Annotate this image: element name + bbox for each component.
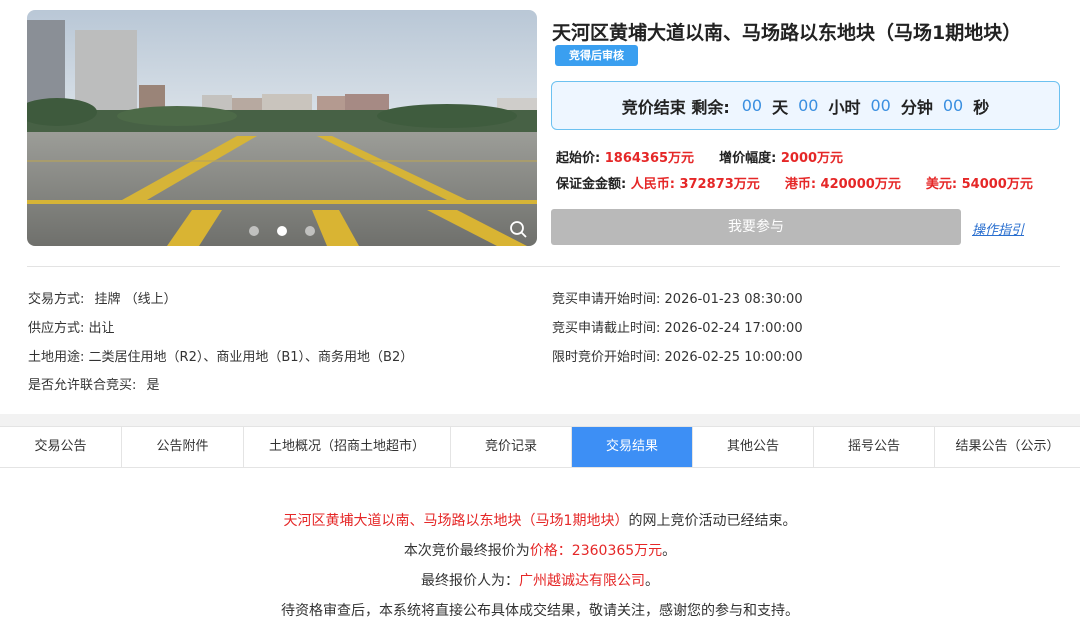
- countdown-minutes: 00: [870, 96, 891, 115]
- price-row-start: 起始价: 1864365万元 增价幅度: 2000万元: [556, 147, 843, 166]
- result-line-3: 最终报价人为：广州越诚达有限公司。: [0, 570, 1080, 590]
- carousel-dots: [27, 226, 537, 236]
- review-badge: 竞得后审核: [555, 45, 638, 66]
- detail-bid-start: 限时竞价开始时间: 2026-02-25 10:00:00: [552, 346, 803, 365]
- usd-value: 54000万元: [961, 177, 1033, 192]
- detail-joint-bid: 是否允许联合竞买: 是: [28, 374, 160, 393]
- tab-lottery-notice[interactable]: 摇号公告: [814, 427, 935, 467]
- detail-label: 交易方式:: [28, 292, 85, 307]
- result-final-price: 价格：2360365万元: [529, 543, 663, 559]
- tab-bar: 交易公告 公告附件 土地概况（招商土地超市） 竞价记录 交易结果 其他公告 摇号…: [0, 426, 1080, 468]
- result-end-text: 的网上竞价活动已经结束。: [628, 513, 797, 529]
- join-button[interactable]: 我要参与: [551, 209, 961, 245]
- detail-label: 供应方式:: [28, 321, 85, 336]
- detail-value: 二类居住用地（R2）、商业用地（B1）、商务用地（B2）: [88, 350, 414, 365]
- countdown-days-unit: 天: [772, 97, 789, 117]
- hkd-value: 420000万元: [820, 177, 901, 192]
- result-bidder-prefix: 最终报价人为：: [421, 573, 519, 589]
- detail-value: 2026-02-25 10:00:00: [664, 350, 803, 365]
- land-photo: [27, 10, 537, 246]
- tab-result-notice[interactable]: 结果公告（公示）: [935, 427, 1080, 467]
- detail-value: 2026-01-23 08:30:00: [664, 292, 803, 307]
- countdown-days: 00: [741, 96, 763, 115]
- countdown-seconds-unit: 秒: [973, 97, 990, 117]
- start-price-value: 1864365万元: [604, 151, 695, 166]
- start-price-label: 起始价:: [556, 151, 601, 166]
- guide-link[interactable]: 操作指引: [972, 219, 1024, 238]
- countdown-hours-unit: 小时: [828, 97, 861, 117]
- carousel-dot-active[interactable]: [277, 226, 287, 236]
- detail-land-use: 土地用途: 二类居住用地（R2）、商业用地（B1）、商务用地（B2）: [28, 346, 413, 365]
- detail-supply-method: 供应方式: 出让: [28, 317, 115, 336]
- detail-value: 挂牌 （线上）: [94, 292, 177, 307]
- countdown-label: 竞价结束 剩余:: [621, 97, 730, 117]
- result-price-prefix: 本次竞价最终报价为: [403, 543, 530, 559]
- increment-label: 增价幅度:: [719, 151, 777, 166]
- detail-label: 竞买申请截止时间:: [552, 321, 661, 336]
- carousel-dot[interactable]: [305, 226, 315, 236]
- usd-label: 美元:: [925, 177, 958, 192]
- detail-label: 限时竞价开始时间:: [552, 350, 661, 365]
- result-line-1: 天河区黄埔大道以南、马场路以东地块（马场1期地块）的网上竞价活动已经结束。: [0, 510, 1080, 530]
- detail-value: 2026-02-24 17:00:00: [664, 321, 803, 336]
- deposit-label: 保证金金额:: [556, 177, 627, 192]
- detail-label: 土地用途:: [28, 350, 85, 365]
- carousel-dot[interactable]: [249, 226, 259, 236]
- rmb-label: 人民币:: [630, 177, 675, 192]
- divider: [27, 266, 1060, 267]
- result-line-2: 本次竞价最终报价为价格：2360365万元。: [0, 540, 1080, 560]
- listing-title: 天河区黄埔大道以南、马场路以东地块（马场1期地块）: [552, 22, 1022, 44]
- result-bidder-name: 广州越诚达有限公司: [519, 573, 645, 589]
- detail-apply-start: 竞买申请开始时间: 2026-01-23 08:30:00: [552, 288, 803, 307]
- rmb-value: 372873万元: [679, 177, 760, 192]
- result-bidder-suffix: 。: [645, 573, 659, 589]
- listing-panel: 天河区黄埔大道以南、马场路以东地块（马场1期地块） 竞得后审核 竞价结束 剩余:…: [0, 0, 1080, 414]
- tab-trade-result[interactable]: 交易结果: [572, 427, 693, 467]
- detail-label: 是否允许联合竞买:: [28, 378, 137, 393]
- price-row-deposit: 保证金金额: 人民币: 372873万元 港币: 420000万元 美元: 54…: [556, 173, 1033, 192]
- magnifier-icon[interactable]: [509, 220, 527, 238]
- detail-value: 是: [146, 378, 160, 393]
- tab-announcement[interactable]: 交易公告: [0, 427, 122, 467]
- hkd-label: 港币:: [784, 177, 817, 192]
- tab-bid-records[interactable]: 竞价记录: [451, 427, 572, 467]
- increment-value: 2000万元: [780, 151, 844, 166]
- result-panel: 天河区黄埔大道以南、马场路以东地块（马场1期地块）的网上竞价活动已经结束。 本次…: [0, 468, 1080, 631]
- result-land-name: 天河区黄埔大道以南、马场路以东地块（马场1期地块）: [283, 513, 629, 529]
- tab-land-overview[interactable]: 土地概况（招商土地超市）: [244, 427, 451, 467]
- detail-value: 出让: [88, 321, 115, 336]
- detail-trade-method: 交易方式: 挂牌 （线上）: [28, 288, 177, 307]
- land-photo-carousel[interactable]: [27, 10, 537, 246]
- countdown-seconds: 00: [942, 96, 964, 115]
- detail-label: 竞买申请开始时间:: [552, 292, 661, 307]
- detail-apply-end: 竞买申请截止时间: 2026-02-24 17:00:00: [552, 317, 803, 336]
- result-price-suffix: 。: [662, 543, 677, 559]
- tab-attachments[interactable]: 公告附件: [122, 427, 244, 467]
- countdown-hours: 00: [798, 96, 819, 115]
- countdown-box: 竞价结束 剩余: 00 天 00 小时 00 分钟 00 秒: [551, 81, 1060, 130]
- countdown-minutes-unit: 分钟: [900, 97, 933, 117]
- result-line-4: 待资格审查后，本系统将直接公布具体成交结果，敬请关注，感谢您的参与和支持。: [281, 603, 799, 619]
- tab-other-notices[interactable]: 其他公告: [693, 427, 814, 467]
